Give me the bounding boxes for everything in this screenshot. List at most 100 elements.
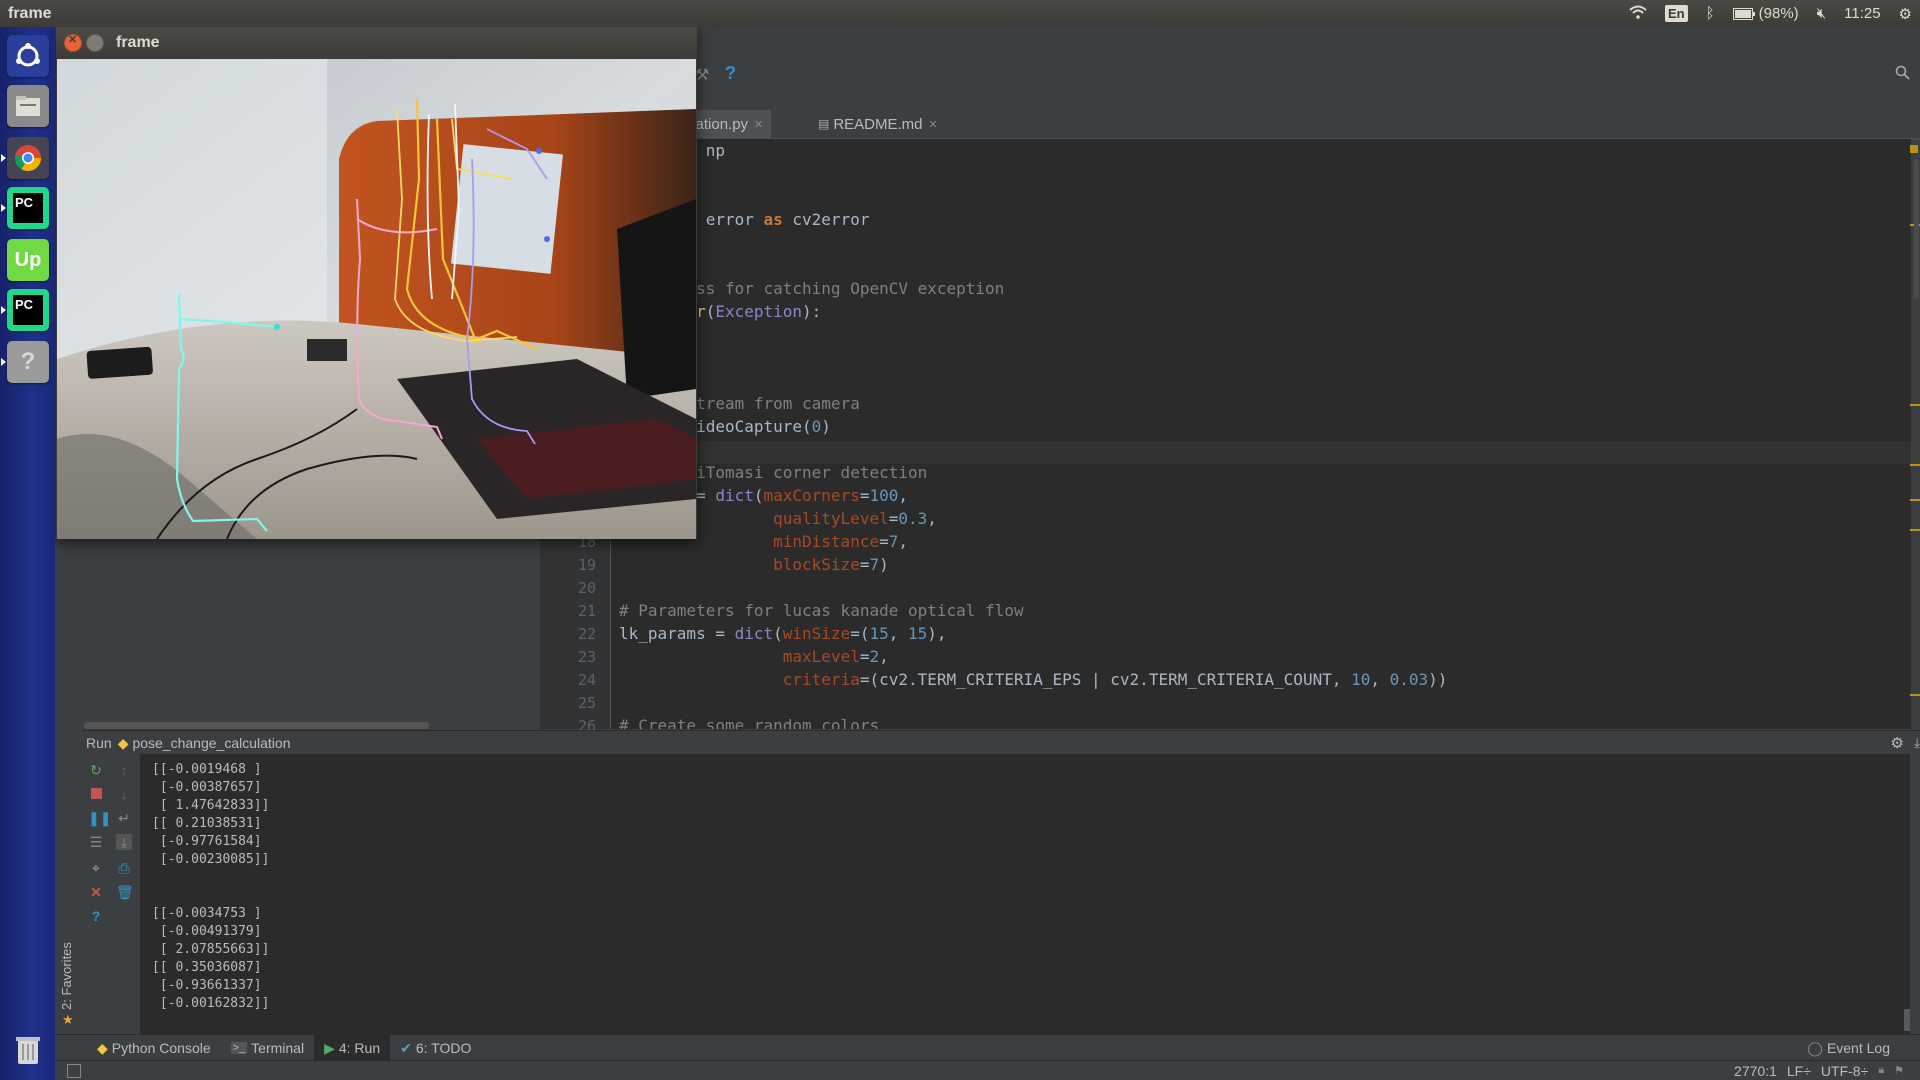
inspection-marker[interactable] xyxy=(1910,404,1920,406)
inspection-marker[interactable] xyxy=(1910,464,1920,466)
console-line: [-0.00387657] xyxy=(152,780,262,795)
hide-panel-icon[interactable]: ⤓ xyxy=(1914,735,1920,751)
code-token: 0 xyxy=(811,417,822,436)
tab-python-console[interactable]: ◆ Python Console xyxy=(87,1035,221,1061)
search-everywhere-icon[interactable] xyxy=(1895,65,1911,86)
black-device xyxy=(86,346,153,379)
status-bar: 2770:1 LF÷ UTF-8÷ 🔒︎ ⚑ xyxy=(55,1060,1920,1080)
event-log-icon: ◯ xyxy=(1807,1039,1823,1056)
code-token: dict xyxy=(715,486,754,505)
code-token: 7 xyxy=(869,555,880,574)
scroll-up-icon[interactable]: ↑ xyxy=(116,762,132,778)
run-console-output[interactable]: [[-0.0019468 ] [-0.00387657] [ 1.4764283… xyxy=(140,754,1910,1034)
line-number: 19 xyxy=(577,556,596,574)
close-window-icon[interactable]: ✕ xyxy=(64,34,82,52)
pause-icon[interactable]: ❚❚ xyxy=(88,810,111,826)
code-token: blockSize xyxy=(773,555,860,574)
caret-position[interactable]: 2770:1 xyxy=(1734,1063,1777,1079)
pycharm-icon[interactable]: PC xyxy=(1,187,49,229)
soft-wrap-icon[interactable]: ↵ xyxy=(116,810,132,826)
tab-run[interactable]: ▶ 4: Run xyxy=(314,1035,391,1061)
files-icon[interactable] xyxy=(7,85,49,127)
inspector-icon[interactable]: ⚑ xyxy=(1894,1064,1904,1077)
keyboard-layout-indicator[interactable]: En xyxy=(1665,5,1688,22)
editor-scrollbar-thumb[interactable] xyxy=(1914,159,1919,299)
code-token: = xyxy=(888,509,899,528)
code-line: criteria=(cv2.TERM_CRITERIA_EPS | cv2.TE… xyxy=(619,670,1448,689)
inspection-marker[interactable] xyxy=(1910,499,1920,501)
caret-row-highlight xyxy=(611,441,1911,464)
code-token: ): xyxy=(802,302,822,321)
settings-gear-icon[interactable]: ⚙ xyxy=(1899,5,1912,23)
clear-all-icon[interactable]: 🗑︎ xyxy=(116,884,134,900)
tab-terminal[interactable]: >_ Terminal xyxy=(221,1035,314,1061)
chrome-icon[interactable] xyxy=(1,137,49,179)
console-scrollbar-thumb[interactable] xyxy=(1904,1009,1910,1031)
code-line: blockSize=7) xyxy=(619,555,889,574)
opencv-frame-window[interactable]: ✕ frame xyxy=(56,27,697,539)
dump-threads-icon[interactable]: ☰ xyxy=(88,834,104,850)
file-encoding[interactable]: UTF-8÷ xyxy=(1821,1063,1868,1079)
frame-titlebar[interactable]: ✕ frame xyxy=(56,27,697,59)
rerun-icon[interactable]: ↻ xyxy=(88,762,104,778)
code-token: , xyxy=(898,532,909,551)
code-token: 15 xyxy=(869,624,889,643)
tab-todo[interactable]: ✔ 6: TODO xyxy=(390,1035,481,1061)
code-token: 100 xyxy=(869,486,899,505)
battery-icon xyxy=(1732,7,1755,20)
run-settings-gear-icon[interactable]: ⚙ xyxy=(1891,734,1904,752)
lock-icon[interactable]: 🔒︎ xyxy=(1878,1064,1884,1077)
console-line: [[ 0.21038531] xyxy=(152,816,262,831)
sound-muted-icon[interactable]: 🔇︎ xyxy=(1817,5,1826,22)
console-line: [-0.00230085]] xyxy=(152,852,270,867)
favorites-tool-window-stripe[interactable]: 2: Favorites ★ xyxy=(55,910,82,1035)
wifi-icon[interactable] xyxy=(1629,5,1647,23)
help-icon[interactable]: ? xyxy=(725,63,736,84)
upwork-icon[interactable]: Up xyxy=(7,239,49,281)
console-line: [ 1.47642833]] xyxy=(152,798,270,813)
todo-icon: ✔ xyxy=(400,1039,412,1056)
inspection-marker[interactable] xyxy=(1910,694,1920,696)
trash-icon[interactable] xyxy=(7,1029,49,1071)
code-line: # Parameters for lucas kanade optical fl… xyxy=(619,601,1024,620)
inspection-marker[interactable] xyxy=(1910,145,1918,153)
close-tab-icon[interactable]: ✕ xyxy=(929,118,938,131)
scroll-to-end-icon[interactable]: ⤓ xyxy=(116,834,132,850)
toggle-tool-windows-icon[interactable] xyxy=(67,1064,81,1078)
top-panel: frame En ᛒ (98%) 🔇︎ 11:25 ⚙ xyxy=(0,0,1920,27)
run-toolbar-secondary: ↑ ↓ ↵ ⤓ ⎙ 🗑︎ xyxy=(110,754,141,1034)
battery-indicator[interactable]: (98%) xyxy=(1732,5,1799,22)
console-line: [[ 0.35036087] xyxy=(152,960,262,975)
code-token: np xyxy=(696,141,725,160)
close-run-icon[interactable]: ✕ xyxy=(88,884,104,900)
line-number: 22 xyxy=(577,625,596,643)
minimize-window-icon[interactable] xyxy=(86,34,104,52)
close-tab-icon[interactable]: ✕ xyxy=(754,118,763,131)
print-icon[interactable]: ⎙ xyxy=(116,860,132,876)
clock[interactable]: 11:25 xyxy=(1844,5,1880,22)
code-token: ) xyxy=(879,555,889,574)
console-line: [[-0.0019468 ] xyxy=(152,762,262,777)
code-line: maxLevel=2, xyxy=(619,647,889,666)
bluetooth-icon[interactable]: ᛒ xyxy=(1706,5,1715,22)
tab-event-log[interactable]: ◯ Event Log xyxy=(1797,1035,1900,1061)
help-icon[interactable]: ? xyxy=(88,908,104,924)
flow-point xyxy=(274,324,280,330)
line-number: 20 xyxy=(577,579,596,597)
unknown-app-icon[interactable]: ? xyxy=(1,341,49,383)
console-line: [-0.00491379] xyxy=(152,924,262,939)
run-play-icon: ▶ xyxy=(324,1039,335,1056)
tab-readme[interactable]: ▤ README.md ✕ xyxy=(810,110,946,138)
line-separator[interactable]: LF÷ xyxy=(1787,1063,1811,1079)
code-editor[interactable]: numpy as npcv2math2 import error as cv2e… xyxy=(611,139,1911,729)
code-token: ( xyxy=(773,624,783,643)
pin-icon[interactable]: ⌖ xyxy=(88,860,104,876)
project-horizontal-scrollbar[interactable] xyxy=(84,722,429,729)
inspection-marker[interactable] xyxy=(1910,529,1920,531)
scroll-down-icon[interactable]: ↓ xyxy=(116,786,132,802)
wrench-icon[interactable]: ⚒ xyxy=(695,65,709,85)
stop-icon[interactable] xyxy=(88,786,104,802)
console-line: [-0.97761584] xyxy=(152,834,262,849)
pycharm-community-icon[interactable]: PC xyxy=(1,289,49,331)
ubuntu-dash-icon[interactable] xyxy=(7,35,49,77)
